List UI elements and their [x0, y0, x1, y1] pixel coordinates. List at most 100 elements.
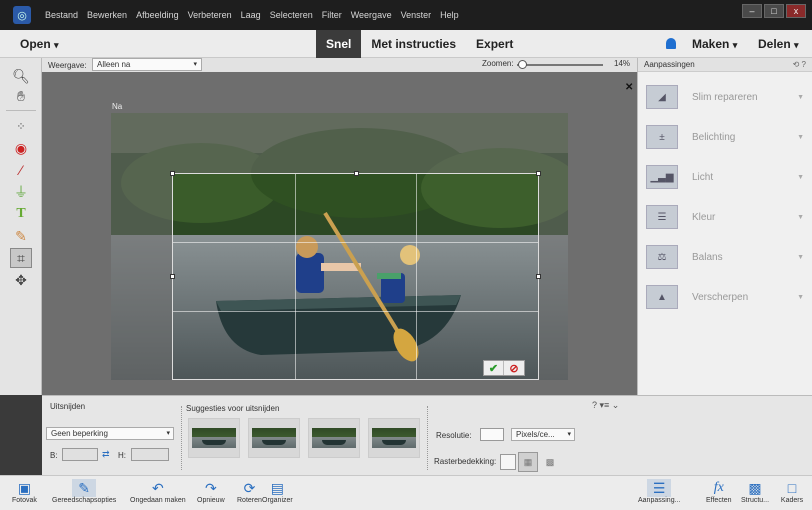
crop-suggestion-3[interactable]: [308, 418, 360, 458]
grid-fine-button[interactable]: ▩: [542, 454, 558, 470]
tool-options-panel: Uitsnijden Suggesties voor uitsnijden ? …: [42, 395, 812, 475]
textures-button[interactable]: ▩ Structu...: [741, 479, 769, 505]
text-tool-icon[interactable]: T: [10, 204, 32, 224]
organizer-icon: ▤: [270, 479, 284, 496]
toolbox-divider: [6, 110, 36, 111]
menu-help[interactable]: Help: [440, 10, 459, 20]
close-window-button[interactable]: x: [786, 4, 806, 18]
close-icon[interactable]: ✕: [625, 82, 633, 93]
suggestion-thumbnail: [192, 428, 236, 448]
resolution-unit-select[interactable]: Pixels/ce... ▾: [511, 428, 575, 441]
smart-fix-icon: ◢: [646, 85, 678, 109]
crop-suggestion-1[interactable]: [188, 418, 240, 458]
photo-bin-button[interactable]: ▣ Fotovak: [12, 479, 37, 505]
crop-handle-top[interactable]: [354, 171, 359, 176]
organizer-button[interactable]: ▤ Organizer: [262, 479, 293, 505]
grid-none-button[interactable]: [500, 454, 516, 470]
fx-icon: fx: [713, 480, 724, 495]
crop-handle-top-left[interactable]: [170, 171, 175, 176]
chevron-down-icon: ▼: [797, 293, 804, 301]
width-input[interactable]: [62, 448, 98, 461]
zoom-tool-icon[interactable]: 🔍︎: [10, 66, 32, 86]
grid-overlay-label: Rasterbedekking:: [434, 457, 497, 466]
task-bar: ▣ Fotovak ✎ Gereedschapsopties ↶ Ongedaa…: [0, 475, 812, 510]
zoom-slider-handle[interactable]: [518, 60, 527, 69]
histogram-icon: ▁▃▆: [646, 165, 678, 189]
menu-selecteren[interactable]: Selecteren: [270, 10, 313, 20]
maximize-button[interactable]: □: [764, 4, 784, 18]
adjustment-balans[interactable]: ⚖ Balans ▼: [646, 242, 808, 272]
adjustment-verscherpen[interactable]: ▲ Verscherpen ▼: [646, 282, 808, 312]
tab-expert[interactable]: Expert: [466, 30, 523, 58]
texture-icon: ▩: [748, 479, 762, 496]
suggestion-thumbnail: [252, 428, 296, 448]
image-canvas[interactable]: Na ✕ ✔ ⊘: [42, 72, 637, 395]
menu-weergave[interactable]: Weergave: [351, 10, 392, 20]
delen-button[interactable]: Delen ▾: [758, 37, 799, 51]
height-input[interactable]: [131, 448, 169, 461]
menu-afbeelding[interactable]: Afbeelding: [136, 10, 179, 20]
crop-handle-top-right[interactable]: [536, 171, 541, 176]
menu-bewerken[interactable]: Bewerken: [87, 10, 127, 20]
crop-rectangle[interactable]: [170, 171, 541, 380]
tab-snel[interactable]: Snel: [316, 30, 362, 58]
zoom-slider[interactable]: [517, 64, 603, 66]
app-logo-icon: ◎: [13, 6, 31, 24]
commit-checkmark-icon[interactable]: ✔: [484, 361, 505, 375]
redo-icon: ↷: [204, 479, 217, 496]
straighten-icon[interactable]: ⏚: [10, 182, 32, 202]
adjustment-licht[interactable]: ▁▃▆ Licht ▼: [646, 162, 808, 192]
adjustment-belichting[interactable]: ± Belichting ▼: [646, 122, 808, 152]
rotate-button[interactable]: ⟳ Roteren: [237, 479, 262, 505]
quick-selection-icon[interactable]: ⁘: [10, 116, 32, 136]
adjustment-slim-repareren[interactable]: ◢ Slim repareren ▼: [646, 82, 808, 112]
hand-tool-icon[interactable]: ✋︎: [10, 86, 32, 106]
chevron-down-icon: ▼: [797, 213, 804, 221]
crop-commit-bar: ✔ ⊘: [483, 360, 525, 376]
crop-tool-icon[interactable]: ⌗: [10, 248, 32, 268]
crop-shade-top: [111, 113, 568, 173]
view-select[interactable]: Alleen na ▾: [92, 58, 202, 71]
adjustment-kleur[interactable]: ☰ Kleur ▼: [646, 202, 808, 232]
red-eye-icon[interactable]: ◉: [10, 138, 32, 158]
chevron-down-icon: ▾: [193, 61, 197, 68]
undo-button[interactable]: ↶ Ongedaan maken: [130, 479, 186, 505]
whiten-teeth-icon[interactable]: ⁄: [10, 160, 32, 180]
redo-button[interactable]: ↷ Opnieuw: [197, 479, 225, 505]
color-sliders-icon: ☰: [646, 205, 678, 229]
menu-bestand[interactable]: Bestand: [45, 10, 78, 20]
crop-handle-left[interactable]: [170, 274, 175, 279]
resolution-input[interactable]: [480, 428, 504, 441]
crop-suggestion-2[interactable]: [248, 418, 300, 458]
menu-filter[interactable]: Filter: [322, 10, 342, 20]
tool-options-button[interactable]: ✎ Gereedschapsopties: [52, 479, 116, 504]
grid-thirds-button[interactable]: ▦: [518, 452, 538, 472]
menu-venster[interactable]: Venster: [401, 10, 432, 20]
spot-healing-icon[interactable]: ✎: [10, 226, 32, 246]
cancel-icon[interactable]: ⊘: [504, 361, 524, 375]
window-controls: – □ x: [742, 4, 806, 18]
zoom-value: 14%: [614, 59, 631, 68]
crop-grid-line: [173, 242, 538, 244]
adjustments-button[interactable]: ☰ Aanpassing...: [638, 479, 680, 504]
tab-met-instructies[interactable]: Met instructies: [361, 30, 466, 58]
crop-suggestion-4[interactable]: [368, 418, 420, 458]
swap-dimensions-icon[interactable]: ⇄: [102, 449, 110, 460]
bell-icon[interactable]: [666, 38, 676, 49]
effects-button[interactable]: fx Effecten: [706, 479, 732, 504]
photo[interactable]: [111, 113, 568, 380]
panel-menu-icons[interactable]: ? ▾≡ ⌄: [592, 400, 619, 411]
minimize-button[interactable]: –: [742, 4, 762, 18]
maken-button[interactable]: Maken ▾: [692, 37, 737, 51]
mode-bar: Open ▾ Snel Met instructies Expert Maken…: [0, 30, 812, 58]
open-button[interactable]: Open ▾: [20, 37, 59, 51]
frames-button[interactable]: □ Kaders: [780, 479, 804, 504]
menu-verbeteren[interactable]: Verbeteren: [188, 10, 232, 20]
resolution-label: Resolutie:: [436, 431, 472, 440]
crop-handle-right[interactable]: [536, 274, 541, 279]
help-icon[interactable]: ?: [802, 60, 806, 69]
menu-laag[interactable]: Laag: [241, 10, 261, 20]
reset-icon[interactable]: ⟲: [793, 60, 800, 69]
move-tool-icon[interactable]: ✥: [10, 270, 32, 290]
crop-constraint-select[interactable]: Geen beperking ▾: [46, 427, 174, 440]
